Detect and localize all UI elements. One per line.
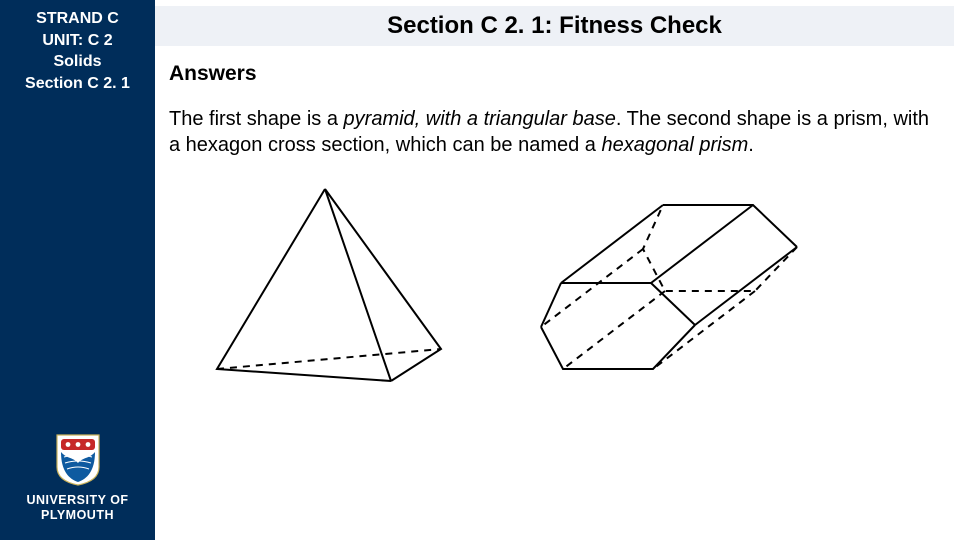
figure-pyramid: [195, 181, 455, 396]
answer-paragraph: The first shape is a pyramid, with a tri…: [169, 106, 940, 159]
sidebar-line-3: Solids: [25, 51, 130, 73]
sidebar-line-1: STRAND C: [25, 8, 130, 30]
text-run-3: .: [748, 134, 754, 156]
sidebar-line-2: UNIT: C 2: [25, 30, 130, 52]
pyramid-icon: [195, 181, 455, 396]
page-title: Section C 2. 1: Fitness Check: [387, 12, 722, 40]
text-emph-1: pyramid, with a triangular base: [344, 108, 616, 130]
sidebar-line-4: Section C 2. 1: [25, 73, 130, 95]
figures-row: [169, 181, 940, 396]
text-emph-2: hexagonal prism: [601, 134, 748, 156]
figure-prism: [535, 193, 825, 383]
slide: STRAND C UNIT: C 2 Solids Section C 2. 1…: [0, 0, 960, 540]
crest-icon: [55, 433, 101, 487]
university-name-line1: UNIVERSITY OF: [26, 493, 128, 507]
text-run-1: The first shape is a: [169, 108, 344, 130]
content-area: Answers The first shape is a pyramid, wi…: [169, 56, 940, 396]
answers-heading: Answers: [169, 62, 940, 86]
university-logo: UNIVERSITY OF PLYMOUTH: [26, 433, 128, 540]
sidebar: STRAND C UNIT: C 2 Solids Section C 2. 1…: [0, 0, 155, 540]
university-name: UNIVERSITY OF PLYMOUTH: [26, 493, 128, 522]
university-name-line2: PLYMOUTH: [26, 508, 128, 522]
title-bar: Section C 2. 1: Fitness Check: [155, 6, 954, 46]
sidebar-heading: STRAND C UNIT: C 2 Solids Section C 2. 1: [21, 0, 134, 94]
hexagonal-prism-icon: [535, 193, 825, 383]
main-content: Section C 2. 1: Fitness Check Answers Th…: [155, 0, 960, 540]
